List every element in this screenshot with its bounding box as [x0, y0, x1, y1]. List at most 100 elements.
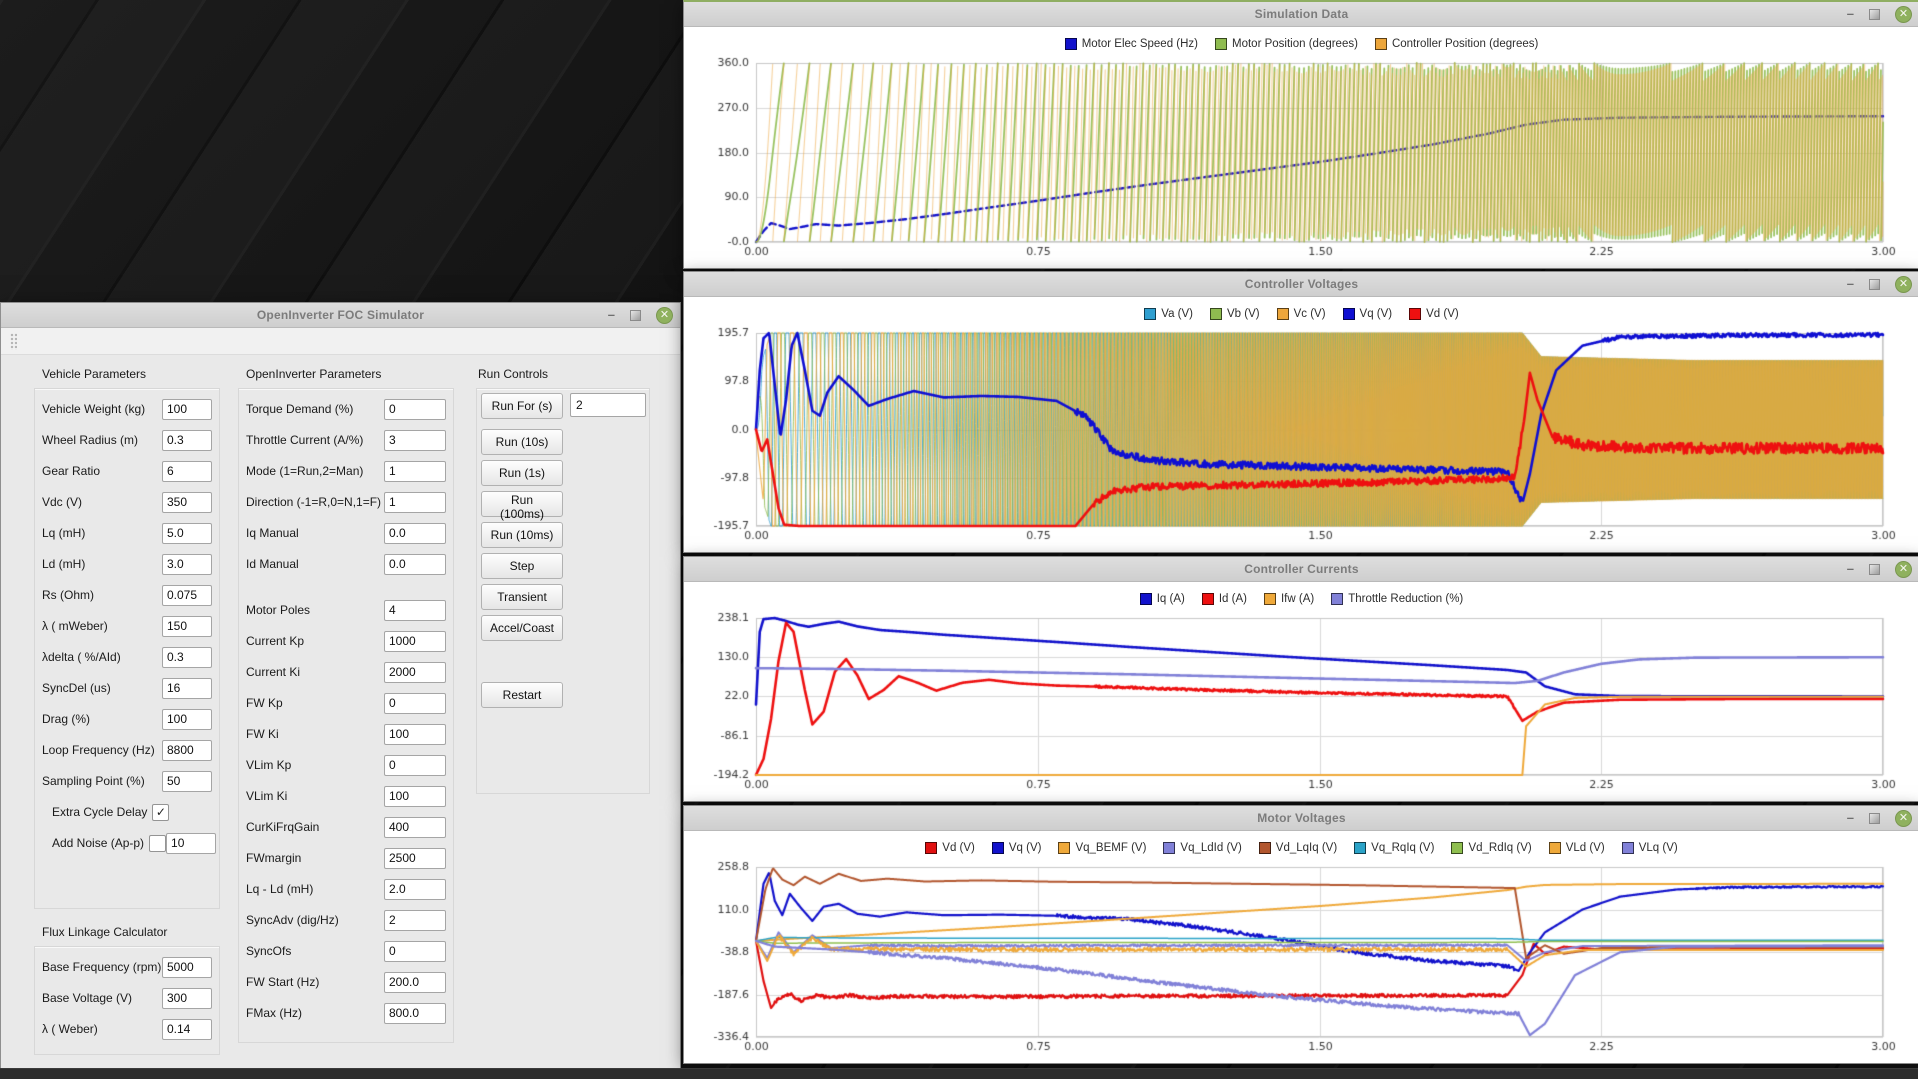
- field-label: VLim Ki: [246, 789, 287, 803]
- legend-item[interactable]: Motor Elec Speed (Hz): [1065, 38, 1198, 50]
- minimize-icon[interactable]: –: [1847, 813, 1854, 823]
- field-input[interactable]: [384, 662, 446, 683]
- field-input[interactable]: [384, 724, 446, 745]
- legend-label: Vd (V): [942, 842, 975, 854]
- legend-item[interactable]: Vc (V): [1277, 308, 1326, 320]
- simulation-data-titlebar[interactable]: Simulation Data – ✕: [684, 2, 1918, 27]
- restore-icon[interactable]: [1869, 279, 1880, 290]
- restart-button[interactable]: Restart: [481, 682, 563, 708]
- legend-item[interactable]: Va (V): [1144, 308, 1193, 320]
- field-input[interactable]: [162, 1019, 212, 1040]
- field-input[interactable]: [162, 740, 212, 761]
- run-button[interactable]: Run (1s): [481, 460, 563, 486]
- legend-item[interactable]: Vq (V): [992, 842, 1042, 854]
- drag-grip-icon[interactable]: [10, 333, 17, 350]
- legend-item[interactable]: Motor Position (degrees): [1215, 38, 1358, 50]
- field-input[interactable]: [162, 709, 212, 730]
- field-input[interactable]: [162, 585, 212, 606]
- field-input[interactable]: [384, 786, 446, 807]
- field-input[interactable]: [162, 647, 212, 668]
- run-button[interactable]: Step: [481, 553, 563, 579]
- legend-item[interactable]: Vb (V): [1210, 308, 1260, 320]
- field-input[interactable]: [384, 693, 446, 714]
- close-icon[interactable]: ✕: [656, 307, 673, 324]
- close-icon[interactable]: ✕: [1895, 276, 1912, 293]
- restore-icon[interactable]: [1869, 564, 1880, 575]
- checkbox-checked[interactable]: ✓: [152, 804, 169, 821]
- field-input[interactable]: [384, 1003, 446, 1024]
- field-input[interactable]: [162, 399, 212, 420]
- controller-currents-titlebar[interactable]: Controller Currents – ✕: [684, 557, 1918, 582]
- legend-item[interactable]: Vd (V): [1409, 308, 1459, 320]
- field-input[interactable]: [384, 848, 446, 869]
- legend-item[interactable]: Vd (V): [925, 842, 975, 854]
- field-input[interactable]: [384, 879, 446, 900]
- field-row: Current Kp: [246, 629, 446, 653]
- field-input[interactable]: [384, 631, 446, 652]
- field-input[interactable]: [166, 833, 216, 854]
- legend-item[interactable]: VLq (V): [1622, 842, 1678, 854]
- legend-item[interactable]: Vq_RqIq (V): [1354, 842, 1434, 854]
- close-icon[interactable]: ✕: [1895, 810, 1912, 827]
- restore-icon[interactable]: [1869, 813, 1880, 824]
- field-input[interactable]: [162, 678, 212, 699]
- run-for-input[interactable]: [570, 393, 646, 417]
- field-input[interactable]: [384, 817, 446, 838]
- field-input[interactable]: [384, 492, 446, 513]
- field-input[interactable]: [384, 554, 446, 575]
- controller-voltages-titlebar[interactable]: Controller Voltages – ✕: [684, 272, 1918, 297]
- field-input[interactable]: [384, 910, 446, 931]
- field-input[interactable]: [384, 755, 446, 776]
- legend-item[interactable]: Id (A): [1202, 593, 1247, 605]
- field-input[interactable]: [384, 600, 446, 621]
- field-input[interactable]: [162, 492, 212, 513]
- field-input[interactable]: [162, 771, 212, 792]
- minimize-icon[interactable]: –: [608, 310, 615, 320]
- field-input[interactable]: [162, 957, 212, 978]
- legend-item[interactable]: Vd_RdIq (V): [1451, 842, 1531, 854]
- close-icon[interactable]: ✕: [1895, 6, 1912, 23]
- run-button[interactable]: Transient: [481, 584, 563, 610]
- legend-item[interactable]: VLd (V): [1549, 842, 1605, 854]
- legend-item[interactable]: Iq (A): [1140, 593, 1185, 605]
- field-input[interactable]: [162, 523, 212, 544]
- run-controls-column: Run Controls Run For (s) Run (10s)Run (1…: [478, 367, 650, 794]
- field-label: SyncDel (us): [42, 681, 111, 695]
- field-input[interactable]: [162, 461, 212, 482]
- taskbar[interactable]: [0, 1068, 1918, 1079]
- run-button[interactable]: Run (10s): [481, 429, 563, 455]
- run-button[interactable]: Accel/Coast: [481, 615, 563, 641]
- field-input[interactable]: [162, 430, 212, 451]
- restore-icon[interactable]: [1869, 9, 1880, 20]
- close-icon[interactable]: ✕: [1895, 561, 1912, 578]
- legend-label: Vd (V): [1426, 308, 1459, 320]
- legend-item[interactable]: Vq_LdId (V): [1163, 842, 1241, 854]
- restore-icon[interactable]: [630, 310, 641, 321]
- minimize-icon[interactable]: –: [1847, 9, 1854, 19]
- field-input[interactable]: [162, 554, 212, 575]
- legend-item[interactable]: Vq (V): [1343, 308, 1393, 320]
- run-for-button[interactable]: Run For (s): [481, 393, 563, 419]
- legend-item[interactable]: Throttle Reduction (%): [1331, 593, 1463, 605]
- run-button[interactable]: Run (100ms): [481, 491, 563, 517]
- minimize-icon[interactable]: –: [1847, 279, 1854, 289]
- field-input[interactable]: [384, 399, 446, 420]
- legend-item[interactable]: Ifw (A): [1264, 593, 1314, 605]
- legend-label: VLd (V): [1566, 842, 1605, 854]
- legend-item[interactable]: Vq_BEMF (V): [1058, 842, 1146, 854]
- minimize-icon[interactable]: –: [1847, 564, 1854, 574]
- field-input[interactable]: [384, 941, 446, 962]
- motor-voltages-titlebar[interactable]: Motor Voltages – ✕: [684, 806, 1918, 831]
- checkbox-unchecked[interactable]: [149, 835, 166, 852]
- field-input[interactable]: [162, 616, 212, 637]
- field-input[interactable]: [384, 523, 446, 544]
- run-button[interactable]: Run (10ms): [481, 522, 563, 548]
- legend-item[interactable]: Vd_LqIq (V): [1259, 842, 1337, 854]
- simulator-titlebar[interactable]: OpenInverter FOC Simulator – ✕: [1, 303, 680, 328]
- field-input[interactable]: [162, 988, 212, 1009]
- legend-item[interactable]: Controller Position (degrees): [1375, 38, 1538, 50]
- controller-voltages-window: Controller Voltages – ✕ Va (V) Vb (V) Vc (…: [683, 271, 1918, 553]
- field-input[interactable]: [384, 461, 446, 482]
- field-input[interactable]: [384, 972, 446, 993]
- field-input[interactable]: [384, 430, 446, 451]
